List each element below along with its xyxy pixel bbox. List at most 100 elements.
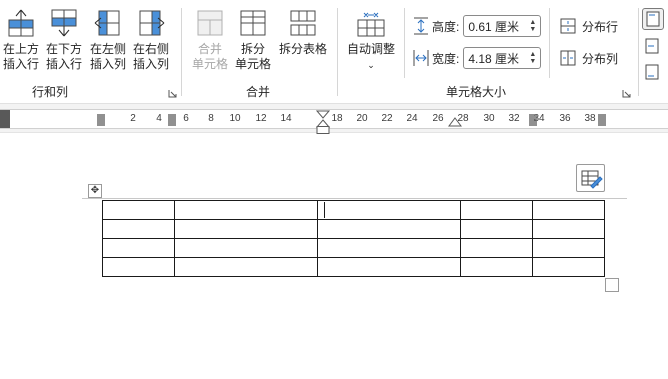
column-marker[interactable] [529,114,537,126]
split-cells-line1: 拆分 [240,42,265,56]
ruler-tick-label: 18 [331,113,343,124]
height-row: 高度: 0.61 厘米 ▲ ▼ [412,14,542,38]
table-row [102,238,605,258]
horizontal-ruler: 2 4 6 8 10 12 14 18 20 22 24 26 28 30 32 34 36 38 [0,104,668,134]
table-cell[interactable] [532,238,605,258]
table-cell[interactable] [174,238,318,258]
split-cells-line2: 单元格 [234,57,271,71]
table-cell[interactable] [102,200,175,220]
chevron-down-icon: ⌄ [367,60,375,70]
ruler-tick-label: 2 [130,113,136,124]
table-cell[interactable] [532,219,605,239]
ruler-tick-label: 26 [432,113,444,124]
distribute-rows-icon [560,18,576,34]
table-cell[interactable] [102,238,175,258]
width-value: 4.18 厘米 [468,51,520,66]
ruler-tick-label: 4 [156,113,162,124]
table-cell[interactable] [317,257,461,277]
table-cell[interactable] [532,257,605,277]
table-move-handle-icon[interactable]: ✥ [88,184,102,198]
height-label: 高度: [432,19,460,34]
table-cell[interactable] [102,219,175,239]
table-cell[interactable] [317,219,461,239]
insert-column-right-icon [139,10,165,36]
table-cell[interactable] [174,257,318,277]
left-indent-box-icon[interactable] [316,126,330,134]
table-cell[interactable] [460,257,533,277]
table-cell[interactable] [460,238,533,258]
distribute-columns-icon [560,50,576,66]
table-row [102,200,605,220]
ruler-tick-label: 24 [406,113,418,124]
split-cells-button[interactable]: 拆分 单元格 [233,8,273,72]
merge-cells-button[interactable]: 合并 单元格 [188,8,232,72]
dialog-launcher-icon[interactable] [168,89,177,98]
align-center-left-button[interactable] [642,36,664,58]
table-cell[interactable] [460,200,533,220]
insert-row-below-button[interactable]: 在下方 插入行 [43,8,85,72]
ruler-tick-label: 36 [559,113,571,124]
insert-column-right-button[interactable]: 在右侧 插入列 [130,8,172,72]
align-center-left-icon [645,38,659,54]
height-spinner[interactable]: 0.61 厘米 ▲ ▼ [463,15,542,37]
table-cell[interactable] [174,219,318,239]
group-separator [404,8,405,78]
text-cursor [324,202,325,218]
merge-cells-line2: 单元格 [191,57,228,71]
spinner-arrows-icon[interactable]: ▲ ▼ [529,51,536,65]
table-top-guide [82,198,627,199]
align-top-left-icon [646,11,660,27]
document-table[interactable] [102,200,605,277]
table-cell[interactable] [532,200,605,220]
table-resize-handle[interactable] [605,278,619,292]
table-cell[interactable] [317,238,461,258]
merge-cells-line1: 合并 [197,42,222,56]
right-indent-marker-icon[interactable] [448,116,462,128]
distribute-columns-label: 分布列 [582,51,619,66]
insert-row-below-icon [51,9,77,37]
insert-right-line2: 插入列 [132,57,169,71]
column-marker[interactable] [97,114,105,126]
insert-left-line1: 在左侧 [89,42,126,56]
ribbon: 在上方 插入行 在下方 插入行 在左侧 插入列 在右侧 插入列 行和列 合并 单… [0,0,668,104]
align-bottom-left-button[interactable] [642,62,664,84]
rows-columns-group-label: 行和列 [31,85,68,99]
document-area[interactable]: ✥ [0,134,668,379]
group-rows-columns: 在上方 插入行 在下方 插入行 在左侧 插入列 在右侧 插入列 行和列 [0,0,180,104]
table-cell[interactable] [174,200,318,220]
insert-right-line1: 在右侧 [132,42,169,56]
group-separator [549,8,550,78]
ruler-tick-label: 6 [183,113,189,124]
insert-column-left-button[interactable]: 在左侧 插入列 [87,8,129,72]
ruler-tick-label: 20 [356,113,368,124]
distribute-columns-button[interactable]: 分布列 [560,47,618,69]
alignment-column [639,4,668,92]
ruler-tick-label: 8 [208,113,214,124]
distribute-rows-button[interactable]: 分布行 [560,15,618,37]
insert-left-line2: 插入列 [89,57,126,71]
split-table-button[interactable]: 拆分表格 [276,8,330,57]
insert-above-line2: 插入行 [2,57,39,71]
width-row: 宽度: 4.18 厘米 ▲ ▼ [412,46,542,70]
merge-group-label: 合并 [245,85,270,99]
group-separator [181,8,182,96]
dialog-launcher-icon[interactable] [622,89,631,98]
insert-below-line2: 插入行 [45,57,82,71]
width-spinner[interactable]: 4.18 厘米 ▲ ▼ [463,47,542,69]
table-cell[interactable] [102,257,175,277]
column-marker[interactable] [598,114,606,126]
ruler-tick-label: 10 [229,113,241,124]
group-cell-size: 自动调整 ⌄ 高度: 0.61 厘米 ▲ ▼ 宽度: 4.18 厘米 ▲ ▼ 分… [340,0,638,104]
ruler-margin-shade [0,110,10,128]
table-cell[interactable] [460,219,533,239]
autofit-button[interactable]: 自动调整 ⌄ [344,8,398,73]
ruler-tick-label: 32 [508,113,520,124]
merge-cells-icon [197,10,223,36]
spinner-arrows-icon[interactable]: ▲ ▼ [529,19,536,33]
insert-row-above-button[interactable]: 在上方 插入行 [0,8,42,72]
align-bottom-left-icon [645,64,659,80]
column-marker[interactable] [168,114,176,126]
table-cell[interactable] [317,200,461,220]
table-quick-layout-button[interactable] [576,164,605,192]
align-top-left-button[interactable] [642,8,664,30]
